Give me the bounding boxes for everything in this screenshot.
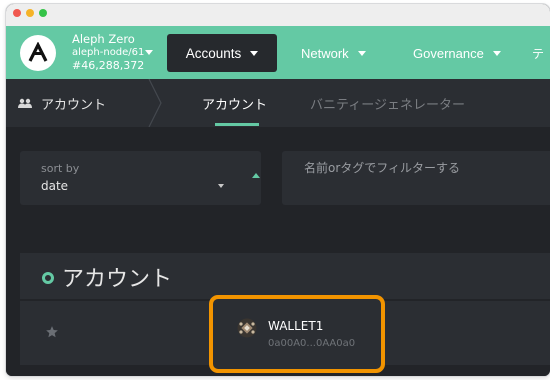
- main-content: sort by date 名前orタグでフィルターする アカウント WALLET…: [6, 127, 550, 376]
- chevron-down-icon: [492, 50, 501, 56]
- account-identicon-icon: [237, 318, 257, 338]
- sort-by-dropdown[interactable]: sort by date: [20, 151, 261, 205]
- window-titlebar: [6, 4, 550, 26]
- menu-governance-label: Governance: [413, 45, 484, 61]
- maximize-window-button[interactable]: [39, 9, 47, 17]
- top-navigation: Aleph Zero aleph-node/61 #46,288,372 Acc…: [6, 26, 550, 79]
- aleph-zero-logo-icon[interactable]: [20, 35, 56, 71]
- block-number: #46,288,372: [72, 59, 145, 72]
- section-ring-icon: [42, 272, 54, 284]
- sub-navigation: アカウント アカウント バニティージェネレーター: [6, 79, 550, 127]
- menu-more[interactable]: テ: [532, 37, 544, 69]
- accounts-section-header: アカウント: [20, 253, 550, 299]
- accounts-section-title: アカウント: [62, 267, 173, 292]
- breadcrumb-separator-icon: [148, 79, 162, 127]
- menu-more-label: テ: [532, 46, 545, 61]
- close-window-button[interactable]: [13, 9, 21, 17]
- sort-by-value: date: [41, 179, 69, 193]
- tab-accounts[interactable]: アカウント: [202, 94, 267, 113]
- menu-accounts[interactable]: Accounts: [167, 34, 277, 72]
- sort-by-label: sort by: [41, 162, 80, 175]
- chain-selector[interactable]: Aleph Zero aleph-node/61 #46,288,372: [72, 32, 145, 73]
- chevron-down-icon: [357, 50, 366, 56]
- menu-governance[interactable]: Governance: [413, 37, 501, 69]
- account-address[interactable]: 0a00A0...0AA0a0: [268, 338, 355, 349]
- chevron-down-icon: [218, 184, 224, 188]
- filter-placeholder: 名前orタグでフィルターする: [304, 161, 461, 175]
- menu-network[interactable]: Network: [301, 37, 366, 69]
- people-icon: [18, 98, 32, 108]
- section-label: アカウント: [41, 98, 107, 113]
- tab-vanity-generator[interactable]: バニティージェネレーター: [310, 94, 465, 113]
- chain-name: Aleph Zero: [72, 32, 135, 46]
- section-indicator: アカウント: [18, 94, 106, 113]
- sort-direction-icon[interactable]: [252, 173, 260, 178]
- minimize-window-button[interactable]: [26, 9, 34, 17]
- account-card[interactable]: WALLET1 0a00A0...0AA0a0: [209, 295, 385, 373]
- app-window: Aleph Zero aleph-node/61 #46,288,372 Acc…: [6, 4, 550, 376]
- filter-input[interactable]: 名前orタグでフィルターする: [282, 151, 550, 205]
- chevron-down-icon: [250, 50, 259, 56]
- menu-network-label: Network: [301, 45, 349, 61]
- active-tab-indicator: [215, 123, 259, 126]
- menu-accounts-label: Accounts: [185, 45, 242, 61]
- node-version: aleph-node/61: [72, 47, 145, 58]
- star-icon[interactable]: [45, 325, 59, 339]
- account-name: WALLET1: [268, 319, 324, 333]
- chevron-down-icon[interactable]: [145, 50, 153, 55]
